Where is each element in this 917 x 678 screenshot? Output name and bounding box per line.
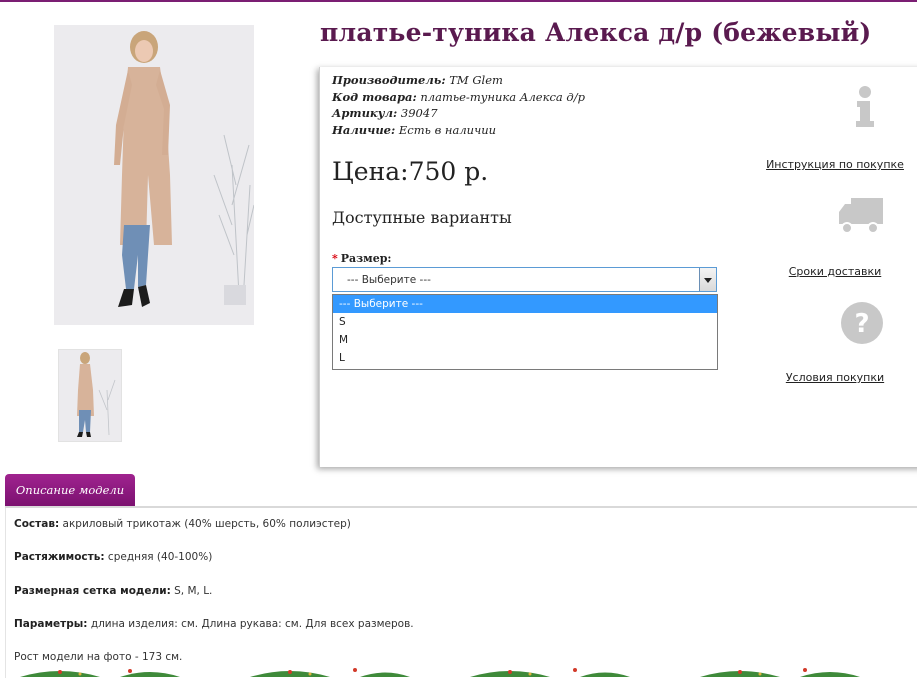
size-select-value: --- Выберите --- — [347, 274, 431, 286]
description-line: Растяжимость: средняя (40-100%) — [14, 551, 213, 563]
size-option[interactable]: M — [333, 331, 717, 349]
product-main-image[interactable] — [54, 25, 254, 325]
svg-text:?: ? — [854, 309, 869, 339]
meta-availability: Наличие: Есть в наличии — [332, 122, 497, 137]
purchase-instructions-link[interactable]: Инструкция по покупке — [760, 158, 910, 171]
description-line: Параметры: длина изделия: см. Длина рука… — [14, 618, 414, 630]
description-line: Размерная сетка модели: S, M, L. — [14, 585, 213, 597]
product-price: Цена:750 р. — [332, 157, 489, 186]
variants-heading: Доступные варианты — [332, 208, 512, 227]
product-title: платье-туника Алекса д/р (бежевый) — [320, 18, 872, 47]
required-marker: * — [332, 252, 338, 265]
size-dropdown-list[interactable]: --- Выберите --- S M L — [332, 294, 718, 370]
product-thumbnail[interactable] — [58, 349, 122, 442]
question-icon[interactable]: ? — [760, 301, 910, 349]
purchase-conditions-link[interactable]: Условия покупки — [760, 371, 910, 384]
tab-model-description[interactable]: Описание модели — [5, 474, 135, 506]
size-option[interactable]: --- Выберите --- — [333, 295, 717, 313]
meta-manufacturer: Производитель: TM Glem — [332, 73, 503, 87]
top-accent-line — [0, 0, 917, 2]
truck-icon[interactable] — [760, 196, 910, 240]
chevron-down-icon[interactable] — [699, 268, 716, 291]
delivery-terms-link[interactable]: Сроки доставки — [760, 265, 910, 278]
product-meta: Производитель: TM Glem Код товара: плать… — [332, 72, 585, 138]
size-option[interactable]: S — [333, 313, 717, 331]
size-select[interactable]: --- Выберите --- — [332, 267, 717, 292]
meta-article: Артикул: 39047 — [332, 106, 438, 120]
info-icon[interactable] — [760, 85, 910, 133]
size-label: * Размер: — [332, 252, 392, 265]
meta-product-code: Код товара: платье-туника Алекса д/р — [332, 89, 585, 104]
description-panel: Состав: акриловый трикотаж (40% шерсть, … — [5, 508, 917, 678]
size-option[interactable]: L — [333, 349, 717, 367]
garland-decoration — [20, 668, 860, 677]
description-line: Состав: акриловый трикотаж (40% шерсть, … — [14, 518, 351, 530]
description-line: Рост модели на фото - 173 см. — [14, 651, 183, 663]
